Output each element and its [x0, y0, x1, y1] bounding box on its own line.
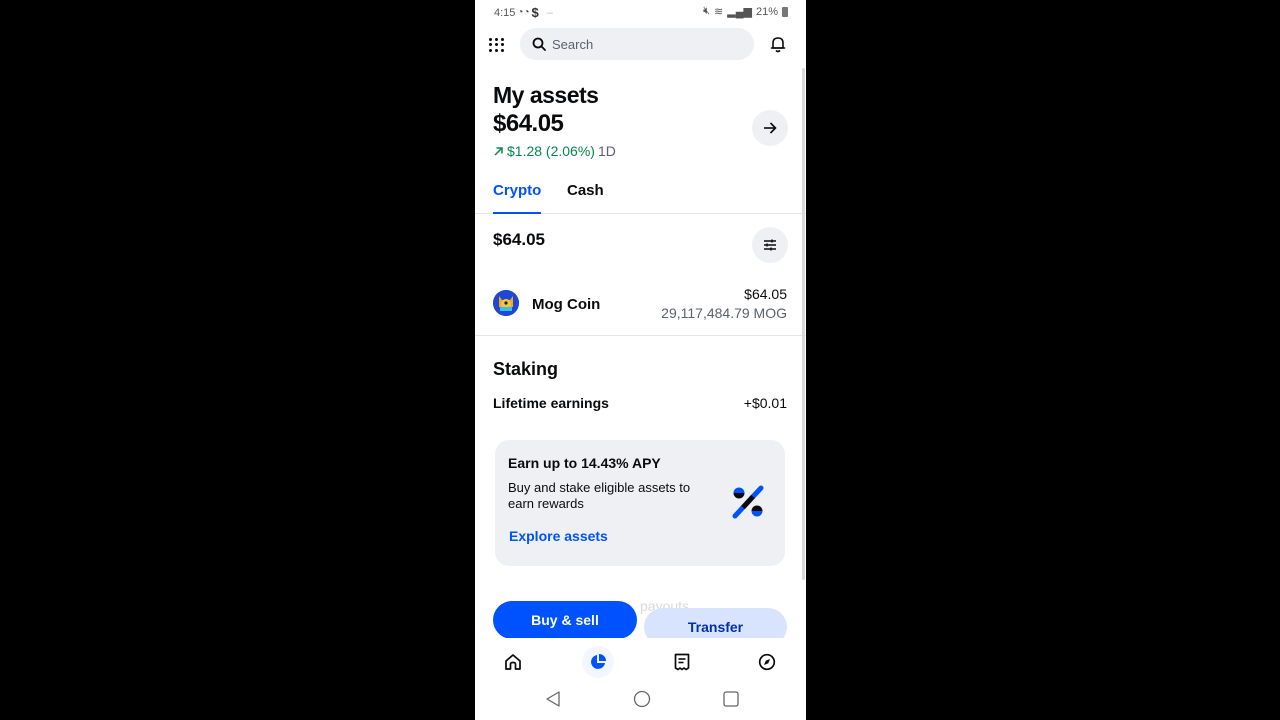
more-notifications-icon: –	[546, 6, 553, 19]
notifications-button[interactable]	[770, 36, 786, 58]
nav-home[interactable]	[497, 646, 529, 678]
pie-chart-icon	[591, 654, 606, 669]
crypto-total: $64.05	[493, 230, 545, 249]
mute-icon: 🔇︎	[703, 5, 711, 17]
nav-transactions[interactable]	[666, 646, 698, 678]
tab-crypto[interactable]: Crypto	[493, 182, 542, 214]
top-bar	[475, 28, 806, 62]
staking-promo-card: Earn up to 14.43% APY Buy and stake elig…	[495, 440, 785, 566]
change-period: 1D	[597, 143, 616, 159]
compass-icon	[758, 653, 776, 671]
bottom-navigation	[475, 638, 806, 682]
page-title: My assets	[493, 82, 599, 108]
search-bar[interactable]	[520, 28, 754, 60]
system-recents-button[interactable]	[722, 690, 740, 713]
buy-sell-button[interactable]: Buy & sell	[493, 601, 637, 639]
balance-change: $1.28 (2.06%) 1D	[493, 143, 616, 159]
nav-explore[interactable]	[751, 646, 783, 678]
arrow-right-icon	[764, 122, 777, 134]
filter-button[interactable]	[752, 227, 788, 263]
clock: 4:15	[494, 6, 516, 19]
view-details-button[interactable]	[752, 110, 788, 146]
back-triangle-icon	[546, 691, 560, 707]
scrollbar[interactable]	[802, 68, 805, 580]
system-home-button[interactable]	[633, 690, 651, 713]
asset-amount: 29,117,484.79 MOG	[661, 305, 787, 321]
system-back-button[interactable]	[545, 690, 561, 713]
search-icon	[532, 37, 546, 51]
explore-assets-link[interactable]: Explore assets	[509, 528, 608, 544]
recents-square-icon	[723, 691, 739, 707]
phone-screen: 4:15 ◔◔ $ – 🔇︎ ≋ ▂▄▆ 21% My assets $64.0…	[475, 0, 806, 720]
wifi-icon: ≋	[714, 6, 724, 18]
bell-icon	[770, 37, 786, 53]
nav-assets[interactable]	[582, 646, 614, 678]
staking-heading: Staking	[493, 359, 559, 379]
change-amount: $1.28 (2.06%)	[507, 143, 595, 159]
battery-icon	[782, 6, 788, 17]
home-circle-icon	[633, 690, 651, 708]
total-balance: $64.05	[493, 110, 564, 137]
home-icon	[505, 654, 521, 670]
lifetime-earnings-label: Lifetime earnings	[493, 395, 609, 411]
promo-body: Buy and stake eligible assets to earn re…	[508, 480, 691, 511]
dollar-notification-icon: $	[531, 5, 539, 20]
lifetime-earnings-value: +$0.01	[743, 395, 787, 411]
trend-up-icon	[494, 146, 503, 156]
asset-value: $64.05	[744, 286, 787, 302]
asset-tabs: Crypto Cash	[475, 180, 806, 214]
system-navigation	[475, 682, 806, 720]
receipt-icon	[674, 653, 690, 671]
battery-level: 21%	[755, 5, 778, 18]
promo-title: Earn up to 14.43% APY	[508, 455, 661, 471]
notification-icon: ◔◔	[517, 7, 530, 18]
asset-row-mog-coin[interactable]: Mog Coin $64.05 29,117,484.79 MOG	[475, 280, 806, 336]
app-grid-icon[interactable]	[489, 38, 505, 52]
sliders-icon	[764, 239, 776, 251]
status-bar: 4:15 ◔◔ $ – 🔇︎ ≋ ▂▄▆ 21%	[475, 0, 806, 24]
mog-coin-logo	[493, 290, 519, 316]
asset-name: Mog Coin	[532, 296, 601, 313]
search-input[interactable]	[552, 36, 732, 52]
signal-icon: ▂▄▆	[727, 6, 752, 18]
tab-cash[interactable]: Cash	[567, 182, 604, 214]
percent-icon	[730, 484, 766, 525]
